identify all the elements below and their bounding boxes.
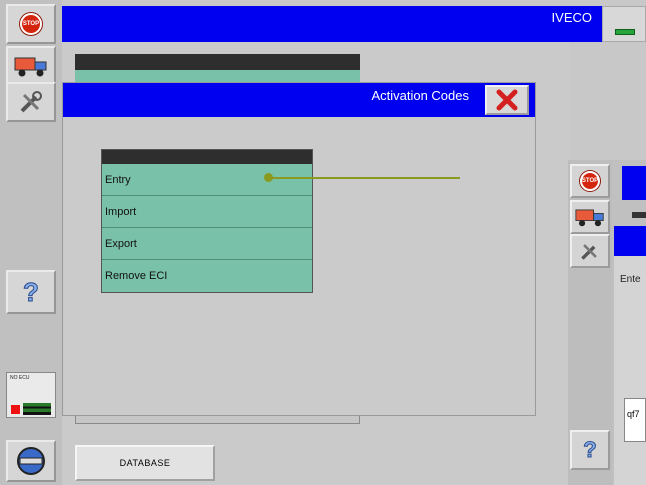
title-bar: IVECO — [62, 6, 602, 42]
ignition-key-icon — [17, 447, 45, 475]
menu-header — [102, 150, 312, 164]
truck-icon — [14, 57, 47, 77]
left-toolbar: STOP ? NO ECU — [0, 0, 62, 485]
truck-icon — [575, 209, 604, 227]
menu-item-import[interactable]: Import — [102, 196, 312, 228]
help-icon: ? — [583, 437, 597, 463]
help-icon: ? — [23, 276, 40, 307]
status-led — [615, 29, 635, 35]
activation-menu: Entry Import Export Remove ECI — [101, 149, 313, 293]
connection-status — [602, 6, 646, 42]
tools-icon — [581, 244, 597, 260]
ecu-status-label: NO ECU — [10, 375, 30, 381]
dialog-title: Activation Codes — [371, 88, 469, 103]
vehicle-button[interactable] — [6, 46, 56, 86]
dialog-title-bar: Activation Codes — [63, 83, 535, 117]
stop-icon: STOP — [20, 13, 42, 35]
enter-code-label: Ente — [620, 274, 641, 285]
secondary-dialog-body — [614, 256, 646, 485]
battery-indicator — [23, 403, 51, 415]
ignition-button[interactable] — [6, 440, 56, 482]
activation-codes-dialog: Activation Codes Entry Import Export Rem… — [62, 82, 536, 416]
close-button[interactable] — [485, 85, 529, 115]
brand-label: IVECO — [551, 10, 592, 25]
callout-line — [268, 177, 460, 179]
menu-item-entry[interactable]: Entry — [102, 164, 312, 196]
secondary-toolbar: STOP ? — [568, 160, 612, 485]
tools-icon — [20, 91, 42, 113]
stop-icon: STOP — [580, 171, 600, 191]
tools-button[interactable] — [6, 82, 56, 122]
secondary-dialog-title-bar — [614, 226, 646, 256]
secondary-stop-button[interactable]: STOP — [570, 164, 610, 198]
database-button[interactable]: DATABASE — [75, 445, 215, 481]
secondary-vehicle-button[interactable] — [570, 200, 610, 234]
activation-code-input[interactable]: qf7 — [624, 398, 646, 442]
help-button[interactable]: ? — [6, 270, 56, 314]
background-list-header — [75, 54, 360, 70]
menu-item-export[interactable]: Export — [102, 228, 312, 260]
ecu-status-panel: NO ECU — [6, 372, 56, 418]
secondary-list-header — [632, 212, 646, 218]
secondary-title-bar — [622, 166, 646, 200]
secondary-window: STOP ? Ente qf7 — [568, 160, 646, 485]
menu-item-remove-eci[interactable]: Remove ECI — [102, 260, 312, 292]
error-indicator — [11, 405, 20, 414]
secondary-tools-button[interactable] — [570, 234, 610, 268]
stop-button[interactable]: STOP — [6, 4, 56, 44]
close-icon — [496, 89, 518, 111]
callout-dot — [264, 173, 273, 182]
secondary-help-button[interactable]: ? — [570, 430, 610, 470]
